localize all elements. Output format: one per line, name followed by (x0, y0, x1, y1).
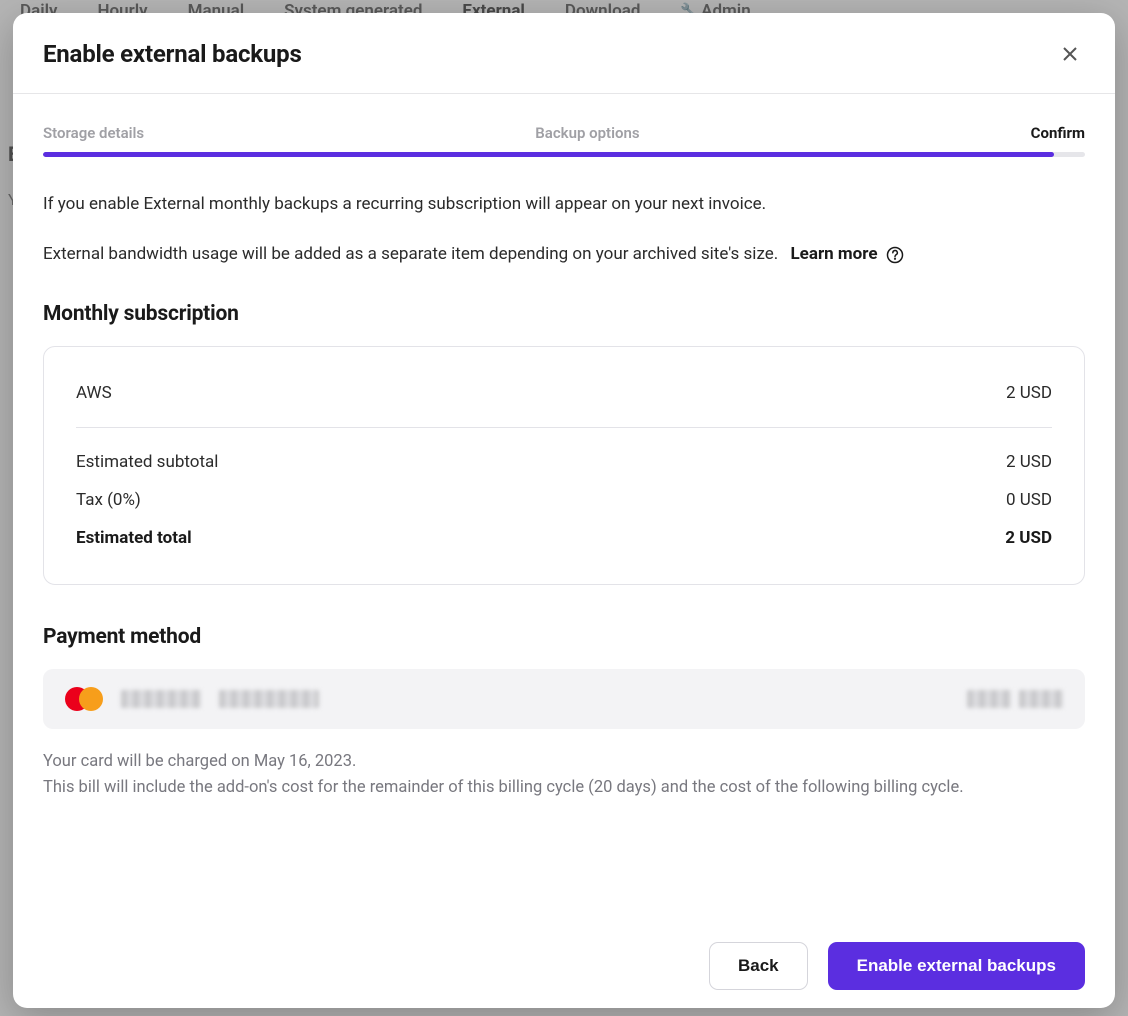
wizard-progress-track (43, 152, 1085, 157)
back-button[interactable]: Back (709, 942, 808, 990)
mastercard-icon (65, 687, 103, 711)
subtotal-value: 2 USD (1006, 452, 1052, 472)
payment-right (967, 690, 1063, 708)
step-confirm[interactable]: Confirm (1031, 124, 1085, 142)
enable-external-backups-button[interactable]: Enable external backups (828, 942, 1085, 990)
card-number-redacted (219, 690, 319, 708)
subscription-tax-row: Tax (0%) 0 USD (76, 484, 1052, 516)
intro-line-2-wrap: External bandwidth usage will be added a… (43, 241, 1085, 267)
modal-title: Enable external backups (43, 40, 302, 68)
total-label: Estimated total (76, 528, 192, 548)
payment-method-heading: Payment method (43, 625, 1085, 649)
enable-external-backups-modal: Enable external backups Storage details … (13, 13, 1115, 1008)
payment-method-card (43, 669, 1085, 729)
close-icon (1063, 47, 1077, 61)
card-meta-redacted (1019, 690, 1063, 708)
subscription-box: AWS 2 USD Estimated subtotal 2 USD Tax (… (43, 346, 1085, 585)
tax-label: Tax (0%) (76, 490, 141, 510)
modal-body: Storage details Backup options Confirm I… (13, 94, 1115, 918)
charge-note-line-1: Your card will be charged on May 16, 202… (43, 752, 356, 771)
line-item-label: AWS (76, 383, 112, 403)
payment-left (65, 687, 319, 711)
help-circle-icon (886, 246, 904, 264)
charge-note-line-2: This bill will include the add-on's cost… (43, 778, 964, 797)
step-backup-options[interactable]: Backup options (535, 124, 639, 142)
tax-value: 0 USD (1006, 490, 1052, 510)
line-item-value: 2 USD (1006, 383, 1052, 403)
modal-header: Enable external backups (13, 13, 1115, 94)
charge-note: Your card will be charged on May 16, 202… (43, 749, 1085, 802)
subtotal-label: Estimated subtotal (76, 452, 218, 472)
close-button[interactable] (1055, 39, 1085, 69)
subscription-line-item: AWS 2 USD (76, 377, 1052, 409)
modal-footer: Back Enable external backups (13, 918, 1115, 1008)
wizard-progress-fill (43, 152, 1054, 157)
card-name-redacted (121, 690, 201, 708)
subscription-divider (76, 427, 1052, 428)
intro-line-1: If you enable External monthly backups a… (43, 191, 1085, 217)
intro-line-2: External bandwidth usage will be added a… (43, 244, 778, 264)
total-value: 2 USD (1005, 528, 1052, 548)
subscription-total-row: Estimated total 2 USD (76, 522, 1052, 554)
subscription-subtotal-row: Estimated subtotal 2 USD (76, 446, 1052, 478)
learn-more-label: Learn more (790, 241, 877, 267)
card-expiry-redacted (967, 690, 1011, 708)
learn-more-link[interactable]: Learn more (790, 241, 903, 267)
step-storage-details[interactable]: Storage details (43, 124, 144, 142)
monthly-subscription-heading: Monthly subscription (43, 302, 1085, 326)
wizard-steps: Storage details Backup options Confirm (43, 124, 1085, 142)
